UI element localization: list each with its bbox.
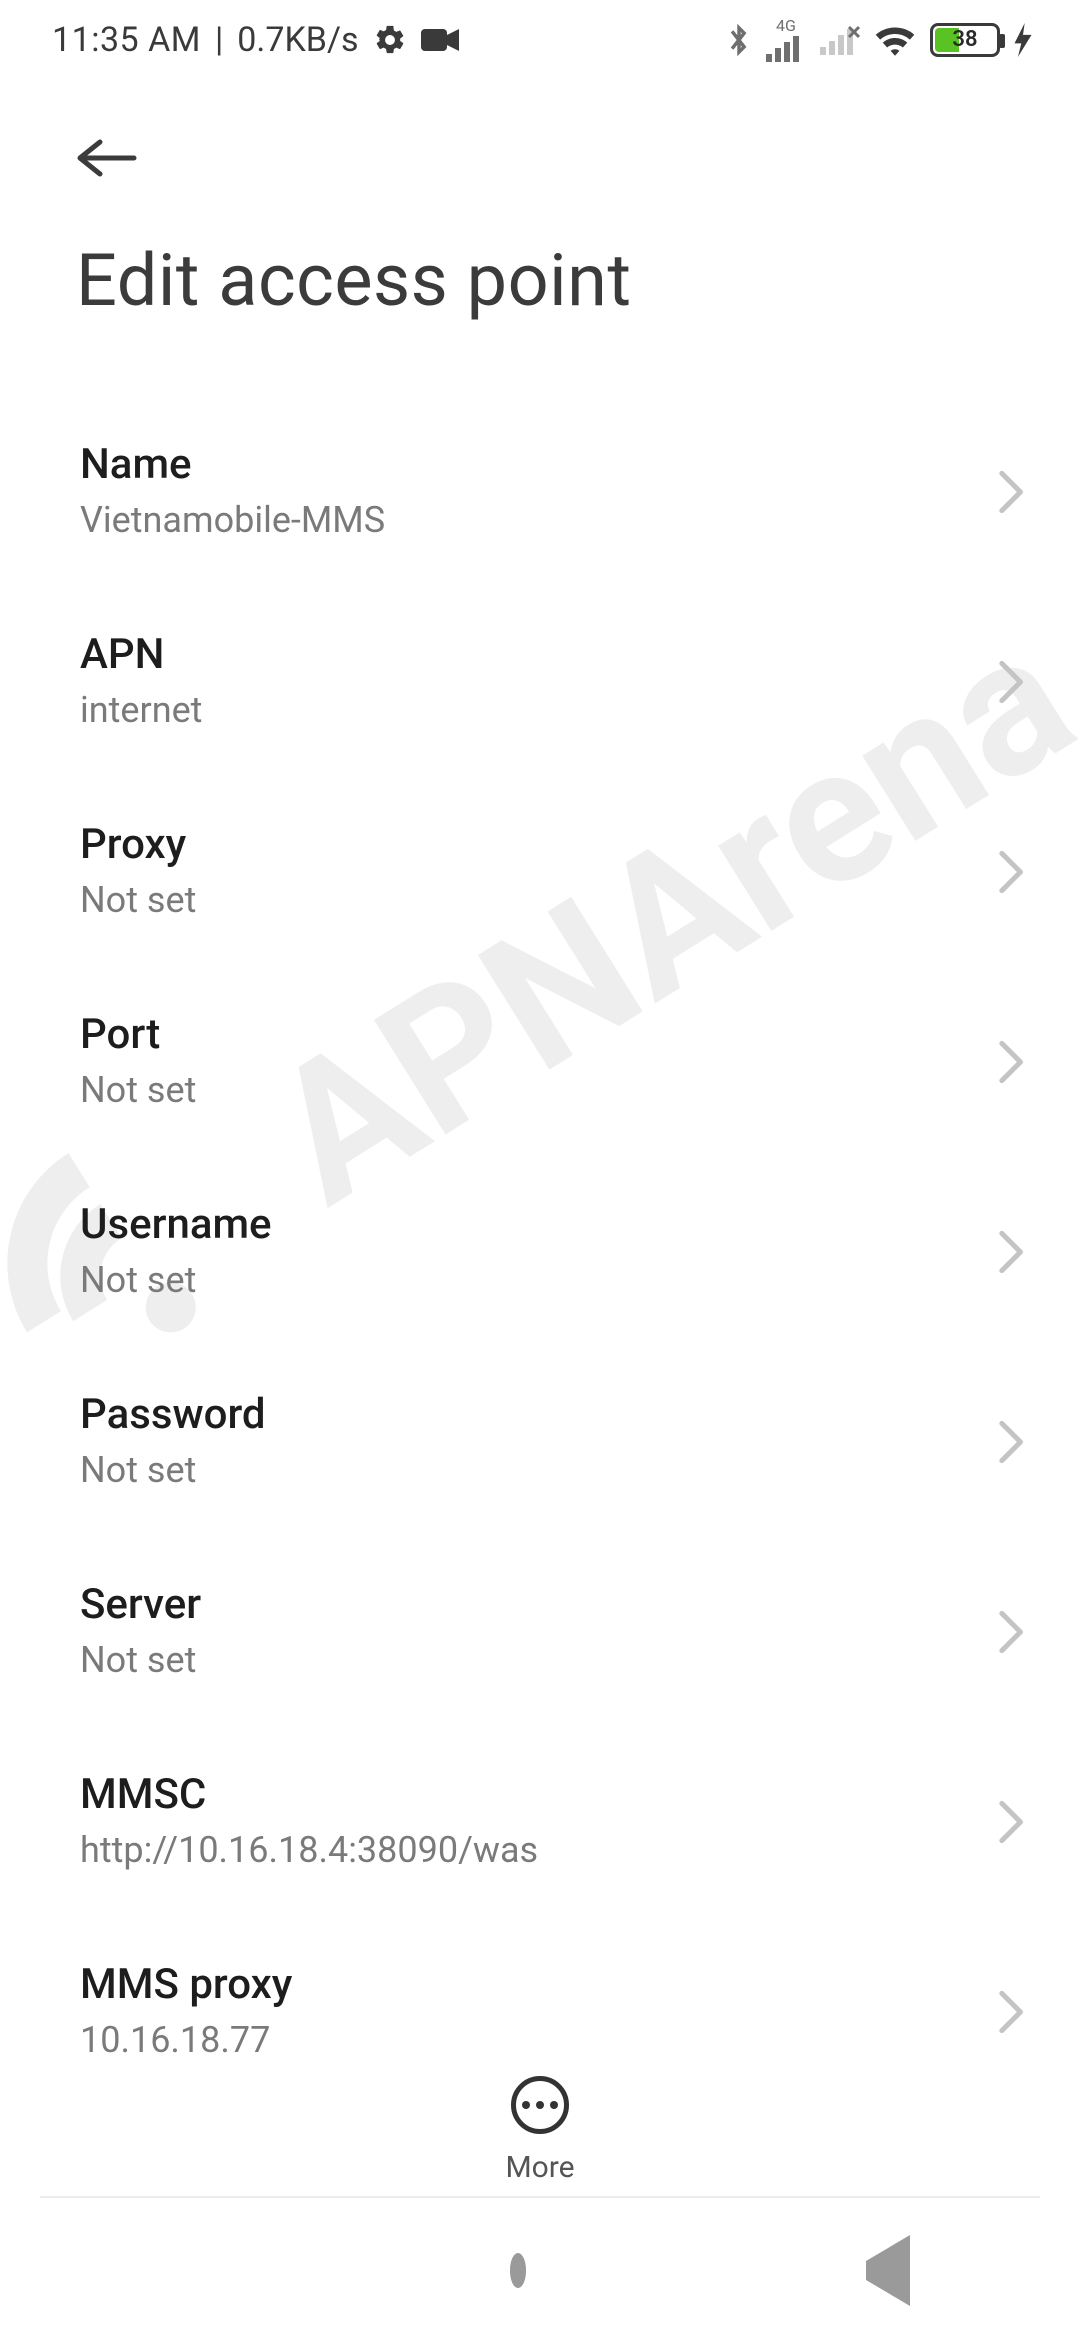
battery-icon: 38 bbox=[930, 23, 1000, 57]
setting-value: Vietnamobile-MMS bbox=[80, 499, 970, 541]
bluetooth-icon bbox=[726, 21, 752, 59]
setting-value: Not set bbox=[80, 1259, 970, 1301]
more-label: More bbox=[505, 2150, 574, 2185]
back-button[interactable] bbox=[72, 134, 142, 186]
settings-list: Name Vietnamobile-MMS APN internet Proxy… bbox=[0, 396, 1080, 2090]
signal-4g-icon: 4G bbox=[766, 18, 806, 62]
camera-icon bbox=[421, 27, 459, 53]
setting-item-server[interactable]: Server Not set bbox=[0, 1536, 1080, 1726]
setting-label: Password bbox=[80, 1390, 970, 1439]
back-row bbox=[0, 100, 1080, 220]
setting-item-proxy[interactable]: Proxy Not set bbox=[0, 776, 1080, 966]
status-bar: 11:35 AM | 0.7KB/s 4G bbox=[0, 0, 1080, 80]
setting-value: Not set bbox=[80, 879, 970, 921]
chevron-right-icon bbox=[998, 1040, 1026, 1088]
status-separator: | bbox=[215, 20, 223, 60]
page-title: Edit access point bbox=[76, 238, 632, 323]
setting-value: http://10.16.18.4:38090/was bbox=[80, 1829, 970, 1871]
signal-nosim-icon bbox=[820, 23, 860, 57]
chevron-right-icon bbox=[998, 1800, 1026, 1848]
charging-icon bbox=[1014, 23, 1032, 57]
setting-label: Port bbox=[80, 1010, 970, 1059]
nav-back-button[interactable] bbox=[866, 2261, 910, 2280]
chevron-right-icon bbox=[998, 470, 1026, 518]
setting-value: 10.16.18.77 bbox=[80, 2019, 970, 2061]
setting-label: Username bbox=[80, 1200, 970, 1249]
status-net-speed: 0.7KB/s bbox=[237, 20, 358, 60]
setting-label: Proxy bbox=[80, 820, 970, 869]
chevron-right-icon bbox=[998, 1610, 1026, 1658]
triangle-left-icon bbox=[866, 2235, 910, 2306]
navigation-bar bbox=[0, 2200, 1080, 2340]
chevron-right-icon bbox=[998, 660, 1026, 708]
chevron-right-icon bbox=[998, 1230, 1026, 1278]
setting-value: Not set bbox=[80, 1639, 970, 1681]
status-time: 11:35 AM bbox=[52, 20, 201, 60]
wifi-icon bbox=[874, 24, 916, 56]
chevron-right-icon bbox=[998, 1990, 1026, 2038]
setting-item-password[interactable]: Password Not set bbox=[0, 1346, 1080, 1536]
setting-label: Name bbox=[80, 440, 970, 489]
status-left: 11:35 AM | 0.7KB/s bbox=[52, 20, 459, 60]
more-button[interactable]: More bbox=[0, 2060, 1080, 2200]
setting-label: Server bbox=[80, 1580, 970, 1629]
more-icon bbox=[511, 2076, 569, 2134]
chevron-right-icon bbox=[998, 850, 1026, 898]
setting-value: internet bbox=[80, 689, 970, 731]
signal-label: 4G bbox=[776, 18, 796, 34]
setting-item-username[interactable]: Username Not set bbox=[0, 1156, 1080, 1346]
setting-label: MMS proxy bbox=[80, 1960, 970, 2009]
gear-icon bbox=[373, 23, 407, 57]
battery-percent: 38 bbox=[933, 26, 997, 54]
setting-item-name[interactable]: Name Vietnamobile-MMS bbox=[0, 396, 1080, 586]
status-right: 4G 38 bbox=[726, 18, 1032, 62]
setting-value: Not set bbox=[80, 1449, 970, 1491]
setting-label: APN bbox=[80, 630, 970, 679]
chevron-right-icon bbox=[998, 1420, 1026, 1468]
nav-home-button[interactable] bbox=[510, 2261, 526, 2280]
circle-icon bbox=[510, 2253, 526, 2288]
setting-item-apn[interactable]: APN internet bbox=[0, 586, 1080, 776]
setting-item-port[interactable]: Port Not set bbox=[0, 966, 1080, 1156]
setting-label: MMSC bbox=[80, 1770, 970, 1819]
setting-item-mmsc[interactable]: MMSC http://10.16.18.4:38090/was bbox=[0, 1726, 1080, 1916]
setting-value: Not set bbox=[80, 1069, 970, 1111]
